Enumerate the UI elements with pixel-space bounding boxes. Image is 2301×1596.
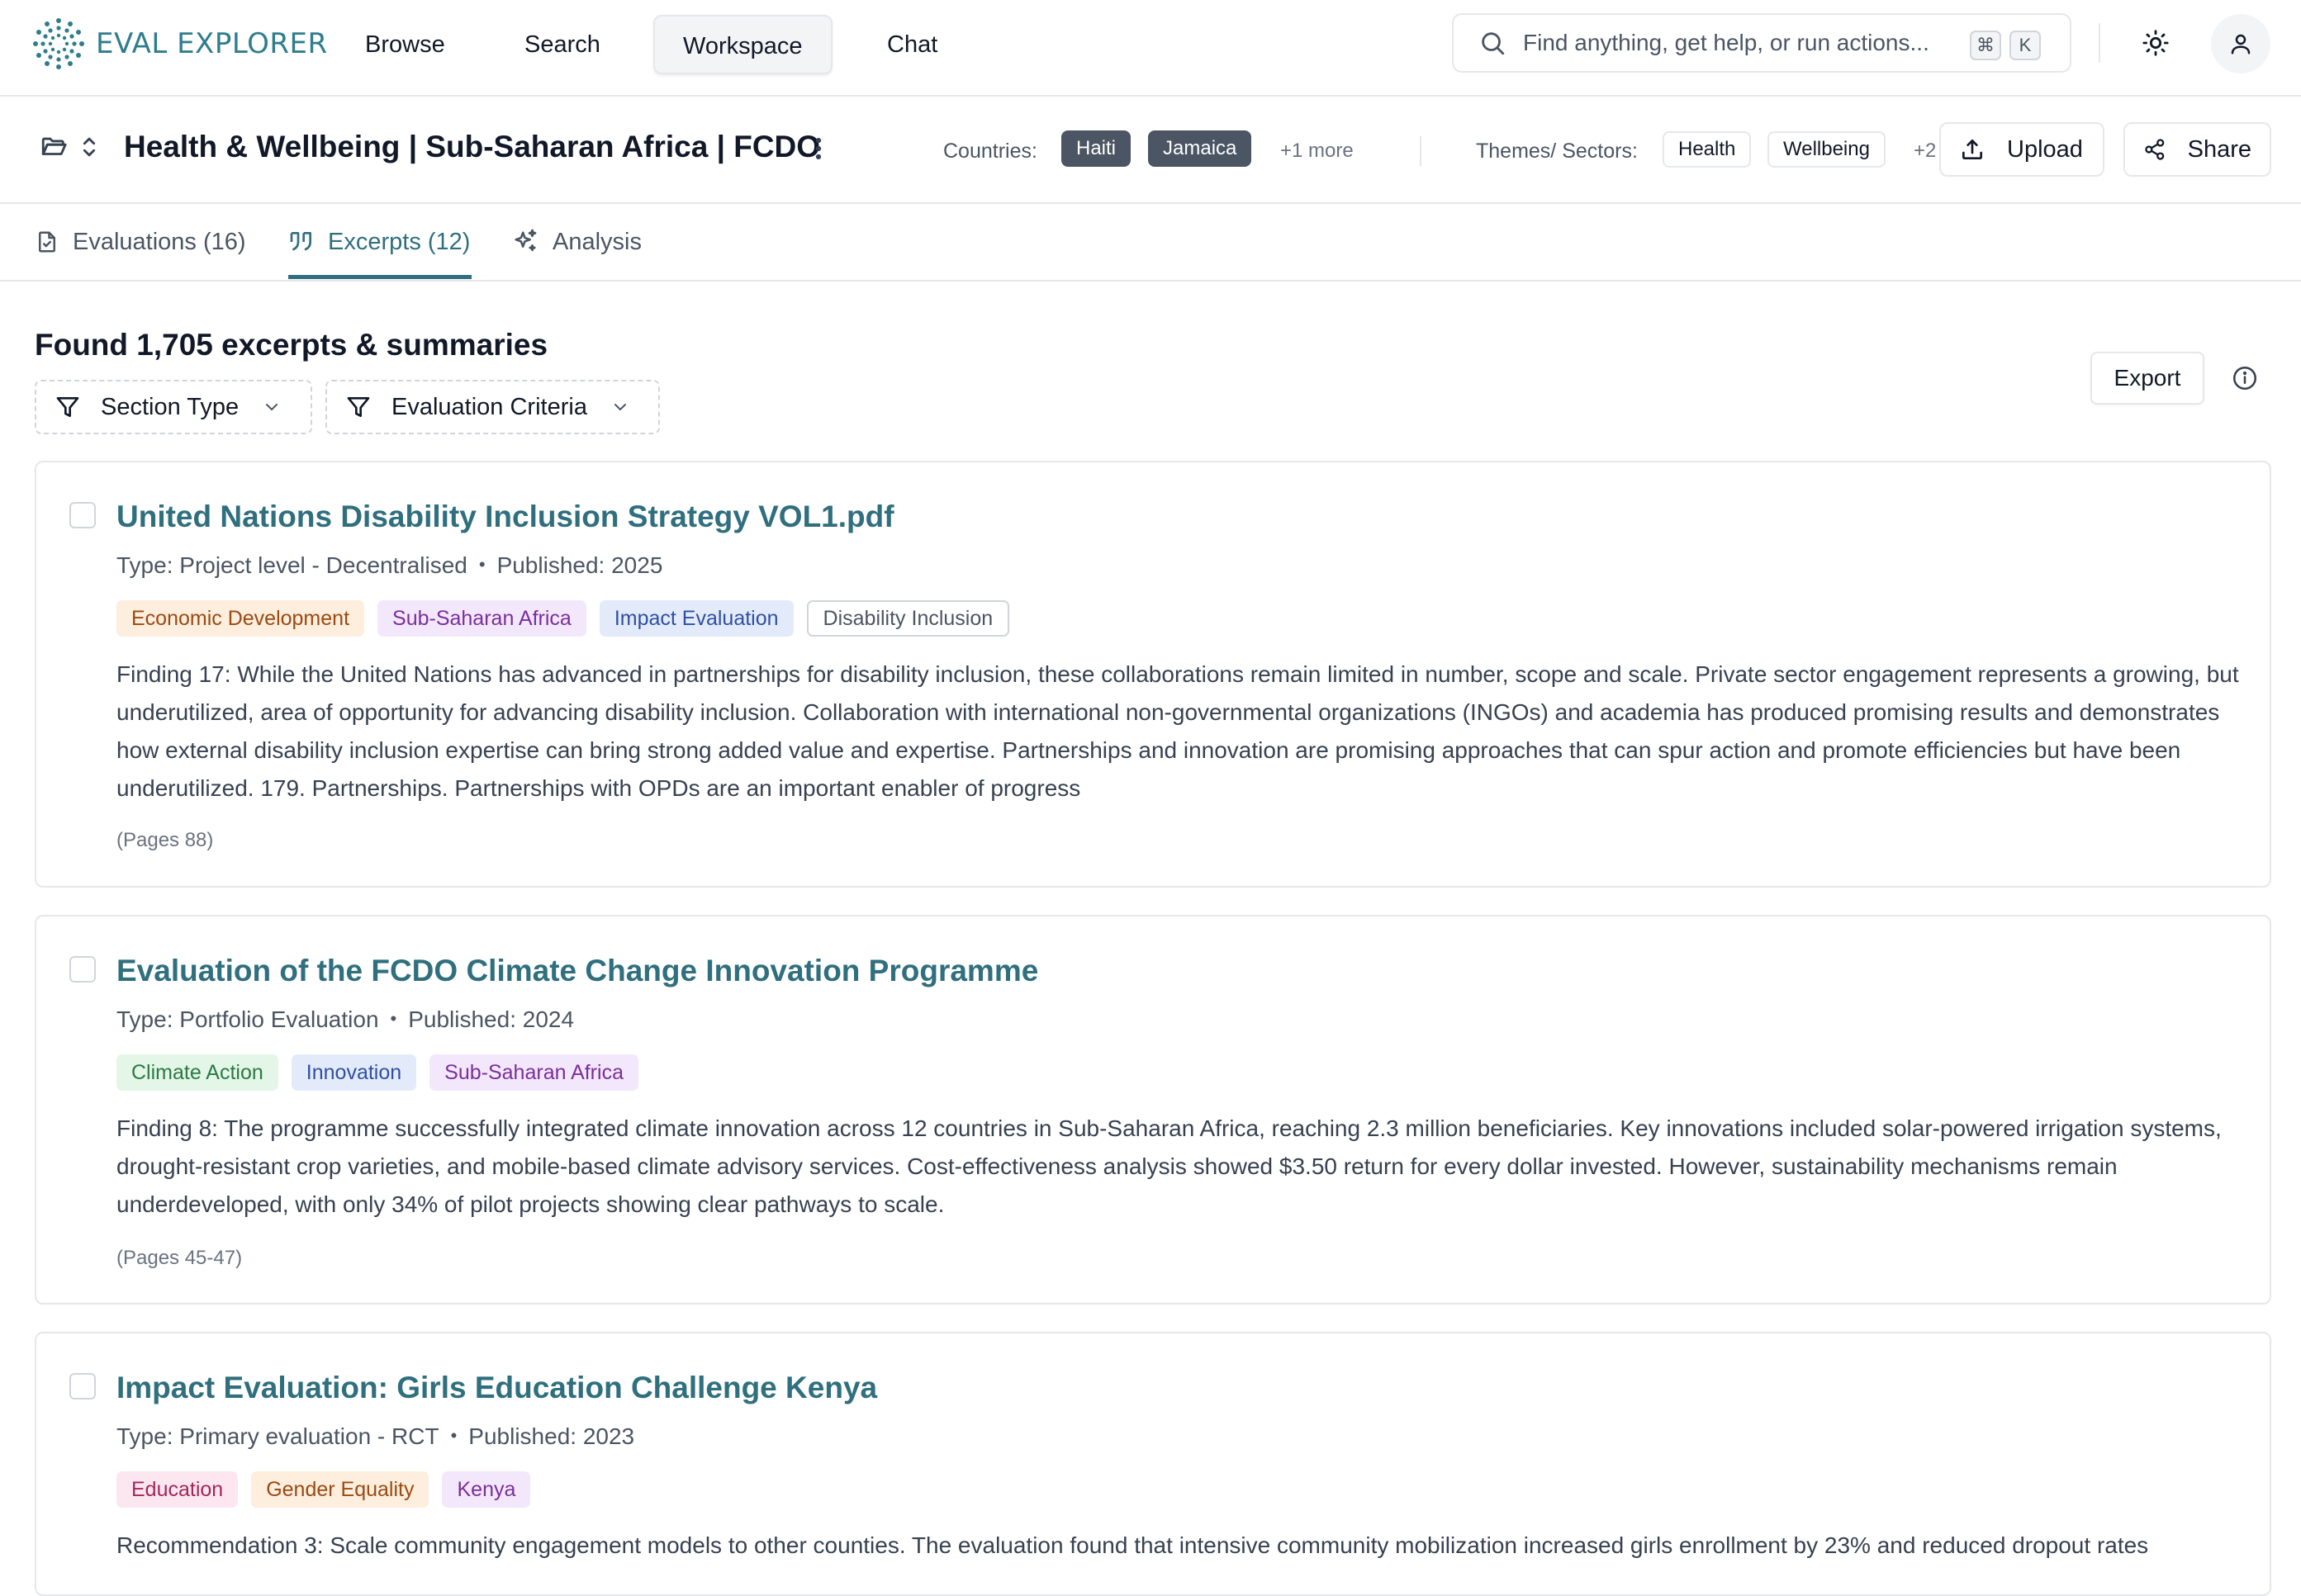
excerpt-published: Published: 2025 [496, 552, 663, 578]
tab-excerpts-label: Excerpts (12) [328, 228, 471, 255]
excerpt-meta: Type: Project level - Decentralised • Publ… [116, 552, 663, 578]
themes-label: Themes/ Sectors: [1476, 140, 1638, 163]
tag-impact-evaluation[interactable]: Impact Evaluation [599, 600, 794, 637]
info-icon [2232, 366, 2257, 391]
tab-analysis-label: Analysis [553, 228, 642, 255]
upload-button[interactable]: Upload [1939, 122, 2104, 177]
share-button[interactable]: Share [2123, 122, 2271, 177]
workspace-title: Health & Wellbeing | Sub-Saharan Africa … [124, 130, 821, 163]
tag-gender-equality[interactable]: Gender Equality [251, 1471, 429, 1508]
quote-icon [290, 232, 311, 251]
section-type-filter[interactable]: Section Type [35, 380, 312, 434]
tab-evaluations[interactable]: Evaluations (16) [35, 204, 246, 280]
tag-sub-saharan-africa[interactable]: Sub-Saharan Africa [429, 1054, 638, 1091]
excerpt-text: Recommendation 3: Scale community engage… [116, 1532, 2149, 1558]
excerpt-text: Finding 17: While the United Nations has… [116, 661, 2239, 801]
theme-chip-health[interactable]: Health [1663, 131, 1752, 168]
nav-browse[interactable]: Browse [337, 15, 473, 74]
tab-evaluations-label: Evaluations (16) [73, 228, 246, 255]
excerpt-meta: Type: Primary evaluation - RCT • Published… [116, 1423, 635, 1449]
nav-workspace[interactable]: Workspace [653, 15, 833, 74]
sparkles-icon [515, 229, 537, 252]
excerpt-card: United Nations Disability Inclusion Stra… [35, 461, 2271, 888]
tag-economic-development[interactable]: Economic Development [116, 600, 365, 637]
theme-chip-wellbeing[interactable]: Wellbeing [1767, 131, 1886, 168]
countries-label: Countries: [943, 140, 1037, 163]
excerpt-select-checkbox[interactable] [69, 956, 96, 983]
nav-search[interactable]: Search [496, 15, 629, 74]
excerpt-pages: (Pages 45-47) [116, 1247, 243, 1269]
excerpt-pages: (Pages 88) [116, 829, 214, 851]
more-vertical-icon [815, 137, 822, 160]
results-count-heading: Found 1,705 excerpts & summaries [35, 328, 548, 362]
shortcut-cmd-key: ⌘ [1970, 31, 2001, 60]
filters-divider [1420, 136, 1421, 166]
export-button[interactable]: Export [2090, 352, 2204, 405]
excerpt-select-checkbox[interactable] [69, 1373, 96, 1399]
header-divider [2099, 23, 2100, 63]
excerpt-type: Type: Project level - Decentralised [116, 552, 467, 578]
global-search[interactable]: Find anything, get help, or run actions.… [1452, 13, 2071, 73]
workspace-more-button[interactable] [806, 135, 831, 167]
evaluation-criteria-filter-label: Evaluation Criteria [391, 393, 587, 420]
excerpt-tags: Climate Action Innovation Sub-Saharan Af… [116, 1054, 638, 1091]
excerpt-type: Type: Portfolio Evaluation [116, 1006, 379, 1032]
excerpt-meta: Type: Portfolio Evaluation • Published: 20… [116, 1006, 575, 1032]
file-check-icon [39, 231, 55, 253]
search-placeholder: Find anything, get help, or run actions.… [1523, 30, 1929, 55]
excerpt-type: Type: Primary evaluation - RCT [116, 1423, 439, 1449]
theme-toggle-button[interactable] [2128, 15, 2184, 71]
excerpt-published: Published: 2024 [408, 1006, 575, 1032]
excerpt-card: Impact Evaluation: Girls Education Chall… [35, 1332, 2271, 1596]
share-label: Share [2187, 135, 2251, 163]
countries-more-link[interactable]: +1 more [1280, 140, 1354, 163]
top-navigation: EVAL EXPLORER Browse Search Workspace Ch… [0, 0, 2301, 97]
evaluation-criteria-filter[interactable]: Evaluation Criteria [325, 380, 660, 434]
tag-kenya[interactable]: Kenya [442, 1471, 531, 1508]
excerpt-tags: Education Gender Equality Kenya [116, 1471, 531, 1508]
tag-disability-inclusion[interactable]: Disability Inclusion [806, 600, 1010, 637]
chevron-down-icon [266, 404, 278, 411]
excerpt-title-link[interactable]: Evaluation of the FCDO Climate Change In… [116, 954, 1038, 988]
section-type-filter-label: Section Type [101, 393, 240, 420]
chevrons-up-down-icon [83, 137, 96, 157]
share-icon [2145, 139, 2165, 160]
excerpt-published: Published: 2023 [468, 1423, 635, 1449]
tab-excerpts[interactable]: Excerpts (12) [288, 204, 470, 280]
logo-icon [33, 18, 84, 69]
excerpt-select-checkbox[interactable] [69, 502, 96, 528]
excerpt-title-link[interactable]: United Nations Disability Inclusion Stra… [116, 500, 894, 534]
app-logo[interactable]: EVAL EXPLORER [33, 18, 328, 69]
user-menu-button[interactable] [2211, 14, 2270, 73]
folder-open-icon [41, 137, 67, 155]
chevron-down-icon [614, 404, 626, 411]
workspace-switcher[interactable] [40, 133, 99, 161]
tag-innovation[interactable]: Innovation [291, 1054, 417, 1091]
excerpt-text: Finding 8: The programme successfully in… [116, 1115, 2222, 1217]
upload-label: Upload [2007, 135, 2083, 163]
tag-climate-action[interactable]: Climate Action [116, 1054, 278, 1091]
active-tab-indicator [288, 275, 472, 279]
sun-icon [2142, 30, 2169, 56]
workspace-tabs: Evaluations (16) Excerpts (12) Analysis [0, 204, 2301, 282]
workspace-header: Health & Wellbeing | Sub-Saharan Africa … [0, 97, 2301, 204]
search-icon [1482, 32, 1505, 55]
filter-icon [56, 397, 79, 417]
user-icon [2231, 34, 2251, 54]
nav-chat[interactable]: Chat [859, 15, 965, 74]
excerpt-card: Evaluation of the FCDO Climate Change In… [35, 915, 2271, 1305]
filter-icon [347, 397, 370, 417]
tab-analysis[interactable]: Analysis [511, 204, 642, 280]
country-chip-jamaica[interactable]: Jamaica [1148, 130, 1252, 167]
themes-more-link[interactable]: +2 [1914, 140, 1936, 163]
upload-icon [1962, 140, 1982, 159]
info-button[interactable] [2231, 364, 2259, 396]
shortcut-k-key: K [2009, 31, 2041, 60]
excerpt-title-link[interactable]: Impact Evaluation: Girls Education Chall… [116, 1371, 877, 1405]
excerpt-tags: Economic Development Sub-Saharan Africa … [116, 600, 1010, 637]
country-chip-haiti[interactable]: Haiti [1061, 130, 1132, 167]
app-name: EVAL EXPLORER [96, 27, 328, 60]
tag-education[interactable]: Education [116, 1471, 239, 1508]
tag-sub-saharan-africa[interactable]: Sub-Saharan Africa [377, 600, 586, 637]
